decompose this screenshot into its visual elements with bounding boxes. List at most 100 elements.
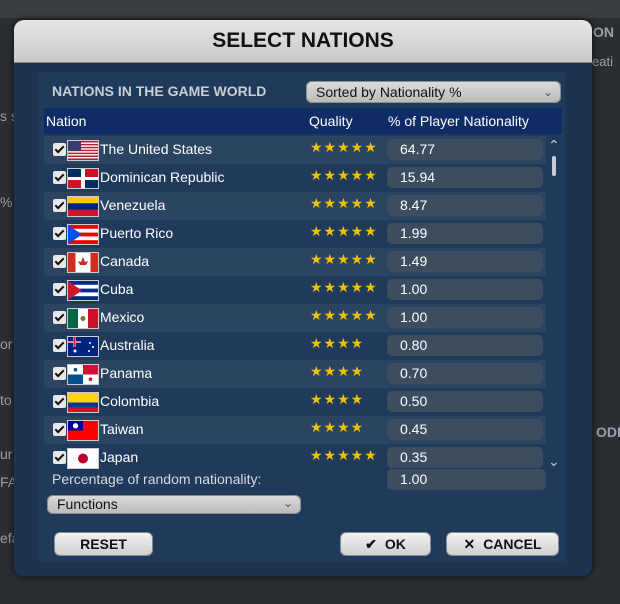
quality-stars: ★★★★★ — [310, 280, 378, 296]
background-fragment: ur — [0, 446, 13, 462]
chevron-down-icon: ⌄ — [542, 85, 553, 99]
nationality-percent-input[interactable]: 0.70 — [387, 363, 543, 384]
mexico-flag-icon — [67, 308, 99, 329]
nation-checkbox[interactable] — [53, 395, 66, 408]
quality-stars: ★★★★★ — [310, 252, 378, 268]
quality-stars: ★★★★★ — [310, 448, 378, 464]
scroll-thumb[interactable] — [552, 156, 556, 176]
japan-flag-icon — [67, 448, 99, 469]
nationality-percent-input[interactable]: 64.77 — [387, 139, 543, 160]
dialog-titlebar: SELECT NATIONS — [14, 20, 592, 63]
ok-button[interactable]: ✔ OK — [340, 532, 431, 556]
quality-stars: ★★★★★ — [310, 140, 378, 156]
cancel-button[interactable]: ✕ CANCEL — [446, 532, 559, 556]
column-header-percent[interactable]: % of Player Nationality — [388, 113, 529, 129]
nation-row[interactable]: Mexico ★★★★★ 1.00 — [44, 304, 546, 332]
nation-checkbox[interactable] — [53, 199, 66, 212]
nation-row[interactable]: Dominican Republic ★★★★★ 15.94 — [44, 164, 546, 192]
nationality-percent-input[interactable]: 0.45 — [387, 419, 543, 440]
nation-checkbox[interactable] — [53, 339, 66, 352]
nation-checkbox[interactable] — [53, 311, 66, 324]
quality-stars: ★★★★ — [310, 420, 365, 436]
nationality-percent-value: 0.50 — [400, 393, 428, 409]
list-scrollbar[interactable]: ⌃ ⌄ — [546, 138, 562, 470]
background-top-strip — [0, 0, 620, 18]
nation-name: Puerto Rico — [100, 225, 174, 241]
nation-name: Panama — [100, 365, 153, 381]
nation-checkbox[interactable] — [53, 451, 66, 464]
quality-stars: ★★★★★ — [310, 308, 378, 324]
nationality-percent-input[interactable]: 1.99 — [387, 223, 543, 244]
quality-stars: ★★★★ — [310, 336, 365, 352]
reset-button[interactable]: RESET — [54, 532, 153, 556]
nation-row[interactable]: Cuba ★★★★★ 1.00 — [44, 276, 546, 304]
nationality-percent-value: 1.49 — [400, 253, 428, 269]
nationality-percent-input[interactable]: 8.47 — [387, 195, 543, 216]
nationality-percent-input[interactable]: 0.35 — [387, 447, 543, 468]
nation-checkbox[interactable] — [53, 283, 66, 296]
cancel-button-label: CANCEL — [483, 536, 542, 552]
column-header-nation[interactable]: Nation — [46, 113, 86, 129]
nationality-percent-input[interactable]: 0.80 — [387, 335, 543, 356]
cuba-flag-icon — [67, 280, 99, 301]
nation-row[interactable]: Japan ★★★★★ 0.35 — [44, 444, 546, 472]
nation-row[interactable]: Colombia ★★★★ 0.50 — [44, 388, 546, 416]
nation-row[interactable]: Puerto Rico ★★★★★ 1.99 — [44, 220, 546, 248]
nation-name: Venezuela — [100, 197, 166, 213]
nation-name: Canada — [100, 253, 150, 269]
ok-button-label: OK — [384, 536, 406, 552]
quality-stars: ★★★★ — [310, 392, 365, 408]
background-fragment: ON — [593, 24, 614, 40]
random-nationality-value: 1.00 — [400, 471, 428, 487]
nationality-percent-input[interactable]: 0.50 — [387, 391, 543, 412]
nation-row[interactable]: Panama ★★★★ 0.70 — [44, 360, 546, 388]
nation-checkbox[interactable] — [53, 367, 66, 380]
nation-row[interactable]: Venezuela ★★★★★ 8.47 — [44, 192, 546, 220]
nation-row[interactable]: The United States ★★★★★ 64.77 — [44, 136, 546, 164]
background-fragment: to — [0, 392, 12, 408]
reset-button-label: RESET — [80, 536, 127, 552]
nation-name: Cuba — [100, 281, 134, 297]
nation-name: The United States — [100, 141, 213, 157]
nation-checkbox[interactable] — [53, 255, 66, 268]
scroll-down-icon[interactable]: ⌄ — [548, 454, 560, 470]
nationality-percent-value: 8.47 — [400, 197, 428, 213]
nation-name: Japan — [100, 449, 139, 465]
nation-name: Colombia — [100, 393, 160, 409]
nationality-percent-value: 0.35 — [400, 449, 428, 465]
nationality-percent-value: 64.77 — [400, 141, 436, 157]
nationality-percent-value: 0.70 — [400, 365, 428, 381]
nation-row[interactable]: Australia ★★★★ 0.80 — [44, 332, 546, 360]
nation-row[interactable]: Canada ★★★★★ 1.49 — [44, 248, 546, 276]
nationality-percent-value: 1.00 — [400, 309, 428, 325]
functions-dropdown[interactable]: Functions ⌄ — [47, 495, 301, 514]
nationality-percent-input[interactable]: 1.00 — [387, 307, 543, 328]
sort-dropdown-label: Sorted by Nationality % — [316, 84, 462, 100]
nationality-percent-input[interactable]: 1.00 — [387, 279, 543, 300]
nation-checkbox[interactable] — [53, 227, 66, 240]
panama-flag-icon — [67, 364, 99, 385]
background-fragment: eati — [592, 54, 613, 69]
random-nationality-input[interactable]: 1.00 — [387, 469, 546, 490]
nation-name: Australia — [100, 337, 155, 353]
nation-row[interactable]: Taiwan ★★★★ 0.45 — [44, 416, 546, 444]
canada-flag-icon — [67, 252, 99, 273]
nation-checkbox[interactable] — [53, 143, 66, 156]
sort-dropdown[interactable]: Sorted by Nationality % ⌄ — [306, 81, 561, 103]
nationality-percent-input[interactable]: 15.94 — [387, 167, 543, 188]
check-icon: ✔ — [365, 536, 377, 552]
quality-stars: ★★★★★ — [310, 196, 378, 212]
dialog-title: SELECT NATIONS — [212, 29, 394, 52]
nations-table-header: Nation Quality % of Player Nationality — [44, 108, 562, 134]
background-fragment: or — [0, 336, 13, 352]
scroll-up-icon[interactable]: ⌃ — [548, 138, 560, 154]
nation-checkbox[interactable] — [53, 423, 66, 436]
nationality-percent-input[interactable]: 1.49 — [387, 251, 543, 272]
column-header-quality[interactable]: Quality — [309, 113, 353, 129]
nation-name: Mexico — [100, 309, 145, 325]
australia-flag-icon — [67, 336, 99, 357]
nation-checkbox[interactable] — [53, 171, 66, 184]
nationality-percent-value: 0.80 — [400, 337, 428, 353]
chevron-down-icon: ⌄ — [282, 496, 293, 510]
venezuela-flag-icon — [67, 196, 99, 217]
